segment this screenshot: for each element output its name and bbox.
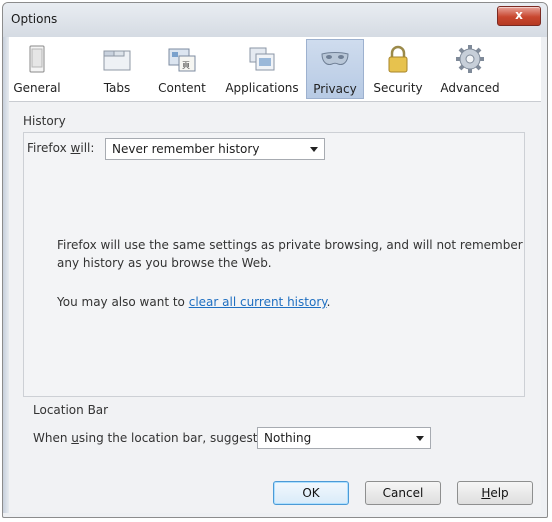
tab-privacy-label: Privacy [313, 82, 357, 96]
tab-applications-label: Applications [225, 81, 299, 95]
tab-applications[interactable]: Applications [219, 39, 305, 99]
history-mode-select[interactable]: Never remember history [105, 138, 325, 160]
history-info-line2: any history as you browse the Web. [57, 256, 272, 270]
ok-button[interactable]: OK [273, 481, 349, 505]
tab-content[interactable]: 頁 Content [152, 39, 212, 99]
history-info-line1: Firefox will use the same settings as pr… [57, 238, 523, 252]
chevron-down-icon [310, 147, 318, 152]
options-toolbar: General Tabs 頁 Content Applications Priv… [9, 37, 541, 102]
svg-text:頁: 頁 [182, 61, 190, 70]
general-icon [29, 45, 45, 73]
tab-advanced[interactable]: Advanced [437, 39, 503, 99]
dialog-content: General Tabs 頁 Content Applications Priv… [9, 37, 541, 513]
location-bar-heading: Location Bar [33, 403, 109, 417]
applications-icon [249, 47, 275, 71]
tabs-icon [103, 50, 131, 71]
tab-tabs-label: Tabs [103, 81, 131, 95]
firefox-will-label: Firefox will: [27, 141, 95, 155]
location-suggest-value: Nothing [264, 431, 312, 445]
tab-privacy[interactable]: Privacy [306, 39, 364, 99]
tab-tabs[interactable]: Tabs [95, 39, 139, 99]
tab-general-label: General [13, 81, 61, 95]
gear-icon [456, 45, 484, 73]
location-suggest-select[interactable]: Nothing [257, 427, 431, 449]
close-button[interactable]: x [497, 6, 541, 26]
location-suggest-label: When using the location bar, suggest: [33, 431, 262, 445]
clear-history-link[interactable]: clear all current history [189, 295, 327, 309]
cancel-button[interactable]: Cancel [365, 481, 441, 505]
help-button[interactable]: Help [457, 481, 533, 505]
tab-advanced-label: Advanced [440, 81, 500, 95]
tab-content-label: Content [158, 81, 206, 95]
close-icon: x [515, 8, 523, 22]
window-title: Options [11, 12, 58, 26]
clear-history-sentence: You may also want to clear all current h… [57, 295, 331, 309]
privacy-mask-icon [321, 52, 349, 65]
tab-general[interactable]: General [9, 39, 65, 99]
lock-icon [388, 45, 408, 73]
title-bar[interactable]: Options x [3, 3, 547, 37]
history-mode-value: Never remember history [112, 142, 260, 156]
tab-security[interactable]: Security [369, 39, 427, 99]
history-heading: History [23, 114, 66, 128]
chevron-down-icon [416, 436, 424, 441]
tab-security-label: Security [373, 81, 423, 95]
content-icon: 頁 [168, 48, 196, 72]
options-window: Options x General Tabs 頁 Content Applica… [2, 2, 548, 518]
